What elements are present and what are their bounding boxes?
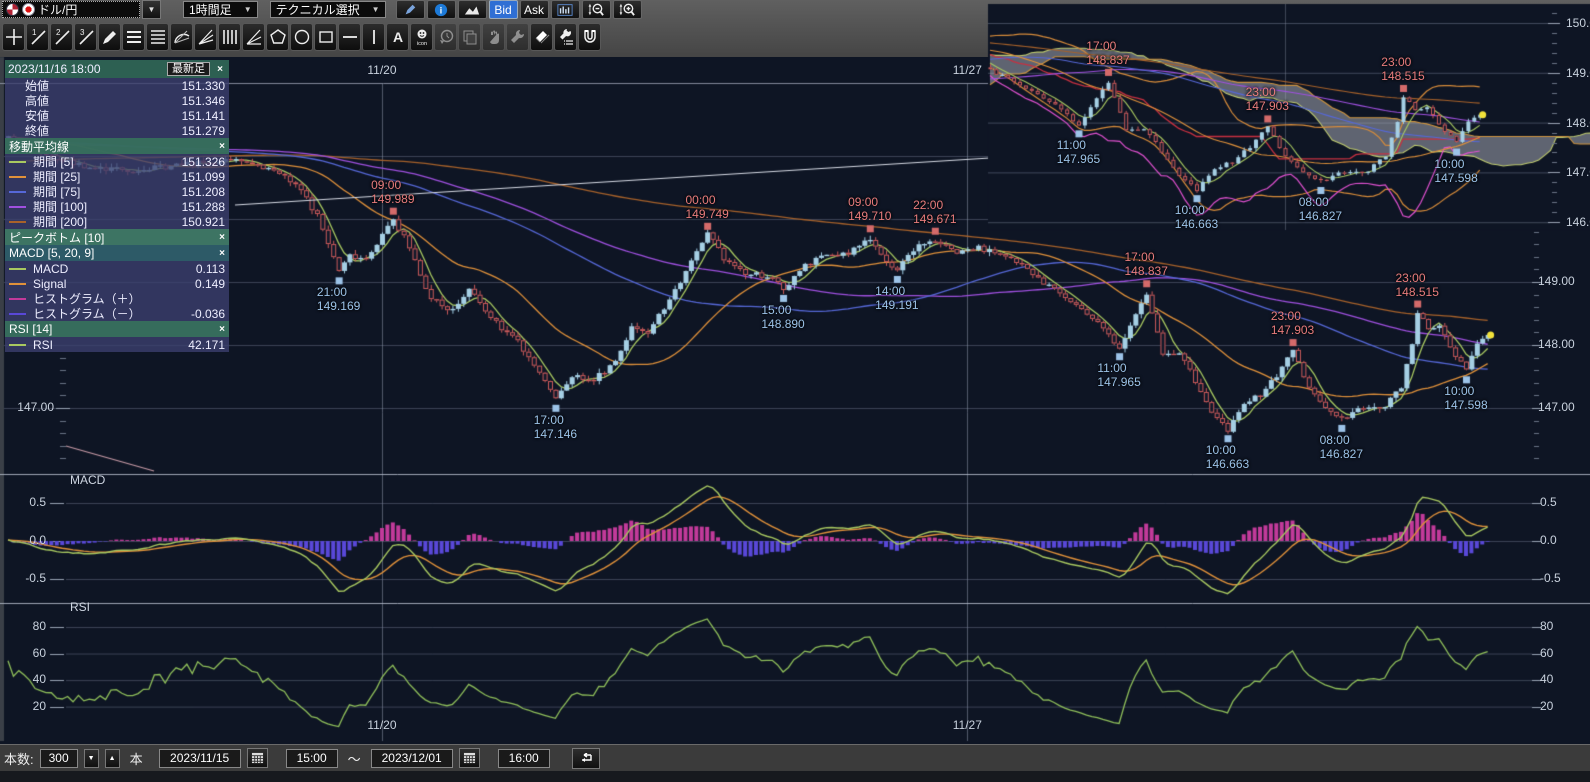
ohlc-value: 151.330 xyxy=(182,79,225,93)
section-title: RSI [14] xyxy=(9,322,52,336)
ohlc-row: 安値151.141 xyxy=(5,108,229,123)
bar-count-label: 本数: xyxy=(4,749,34,768)
section-title: MACD [5, 20, 9] xyxy=(9,246,94,260)
indicator-value: 151.288 xyxy=(182,200,225,214)
indicator-label: 期間 [200] xyxy=(33,213,87,230)
ohlc-row: 高値151.346 xyxy=(5,93,229,108)
indicator-info-panel[interactable]: 2023/11/16 18:00 最新足 × 始値151.330高値151.34… xyxy=(5,60,229,352)
indicator-value: 151.208 xyxy=(182,185,225,199)
indicator-value: 0.149 xyxy=(195,277,225,291)
line-color-swatch xyxy=(9,176,26,178)
line-color-swatch xyxy=(9,191,26,193)
bar-count-input[interactable]: 300 xyxy=(40,749,78,768)
line-color-swatch xyxy=(9,206,26,208)
close-icon[interactable]: × xyxy=(219,324,225,335)
indicator-row: MACD 0.113 xyxy=(5,261,229,276)
indicator-value: 150.921 xyxy=(182,215,225,229)
apply-range-button[interactable] xyxy=(572,748,600,769)
indicator-label: MACD xyxy=(33,262,68,276)
indicator-section-header[interactable]: 移動平均線 × xyxy=(5,138,229,154)
indicator-row: 期間 [75]151.208 xyxy=(5,184,229,199)
ohlc-value: 151.141 xyxy=(182,109,225,123)
section-title: ピークボトム [10] xyxy=(9,229,104,246)
range-toolbar: 本数: 300 ▼ ▲ 本 2023/11/15 15:00 ～ 2023/12… xyxy=(0,744,1590,771)
window-bottom-edge xyxy=(0,771,1590,782)
indicator-value: -0.036 xyxy=(191,307,225,321)
bar-unit-label: 本 xyxy=(130,749,143,768)
to-date-input[interactable]: 2023/12/01 xyxy=(371,749,453,768)
indicator-label: RSI xyxy=(33,338,53,352)
fx-trading-app: { "toolbar": { "pair": "ドル/円", "timefram… xyxy=(0,0,1590,782)
ohlc-value: 151.279 xyxy=(182,124,225,138)
indicator-row: 期間 [100]151.288 xyxy=(5,199,229,214)
count-increase-button[interactable]: ▲ xyxy=(105,749,120,768)
indicator-section-header[interactable]: RSI [14] × xyxy=(5,321,229,337)
line-color-swatch xyxy=(9,268,26,270)
indicator-section-header[interactable]: ピークボトム [10] × xyxy=(5,229,229,245)
indicator-row: 期間 [25]151.099 xyxy=(5,169,229,184)
close-icon[interactable]: × xyxy=(219,141,225,152)
line-color-swatch xyxy=(9,221,26,223)
indicator-value: 151.326 xyxy=(182,155,225,169)
indicator-row: 期間 [200] 150.921 xyxy=(5,214,229,229)
to-calendar-icon[interactable] xyxy=(459,748,480,768)
range-tilde: ～ xyxy=(348,749,361,768)
line-color-swatch xyxy=(9,344,26,346)
chart-canvas[interactable] xyxy=(0,0,1590,744)
latest-bar-button[interactable]: 最新足 xyxy=(167,62,210,76)
indicator-row: 期間 [5]151.326 xyxy=(5,154,229,169)
indicator-row: RSI 42.171 xyxy=(5,337,229,352)
line-color-swatch xyxy=(9,283,26,285)
ohlc-row: 始値151.330 xyxy=(5,78,229,93)
info-panel-header: 2023/11/16 18:00 最新足 × xyxy=(5,60,229,78)
line-color-swatch xyxy=(9,161,26,163)
bar-datetime: 2023/11/16 18:00 xyxy=(8,62,101,76)
from-calendar-icon[interactable] xyxy=(247,748,268,768)
count-decrease-button[interactable]: ▼ xyxy=(84,749,99,768)
indicator-section-header[interactable]: MACD [5, 20, 9] × xyxy=(5,245,229,261)
close-icon[interactable]: × xyxy=(219,232,225,243)
indicator-value: 0.113 xyxy=(196,262,225,276)
from-date-input[interactable]: 2023/11/15 xyxy=(159,749,241,768)
from-time-input[interactable]: 15:00 xyxy=(286,749,338,768)
close-icon[interactable]: × xyxy=(219,248,225,259)
close-icon[interactable]: × xyxy=(214,64,226,75)
line-color-swatch xyxy=(9,313,26,315)
ohlc-row: 終値 151.279 xyxy=(5,123,229,138)
indicator-value: 42.171 xyxy=(188,338,225,352)
indicator-row: Signal 0.149 xyxy=(5,276,229,291)
indicator-value: 151.099 xyxy=(182,170,225,184)
indicator-label: ヒストグラム（－） xyxy=(33,305,141,322)
indicator-row: ヒストグラム（－） -0.036 xyxy=(5,306,229,321)
to-time-input[interactable]: 16:00 xyxy=(498,749,550,768)
ohlc-value: 151.346 xyxy=(182,94,225,108)
line-color-swatch xyxy=(9,298,26,300)
indicator-label: Signal xyxy=(33,277,66,291)
ohlc-label: 終値 xyxy=(25,122,49,139)
section-title: 移動平均線 xyxy=(9,138,69,155)
indicator-row: ヒストグラム（＋） xyxy=(5,291,229,306)
